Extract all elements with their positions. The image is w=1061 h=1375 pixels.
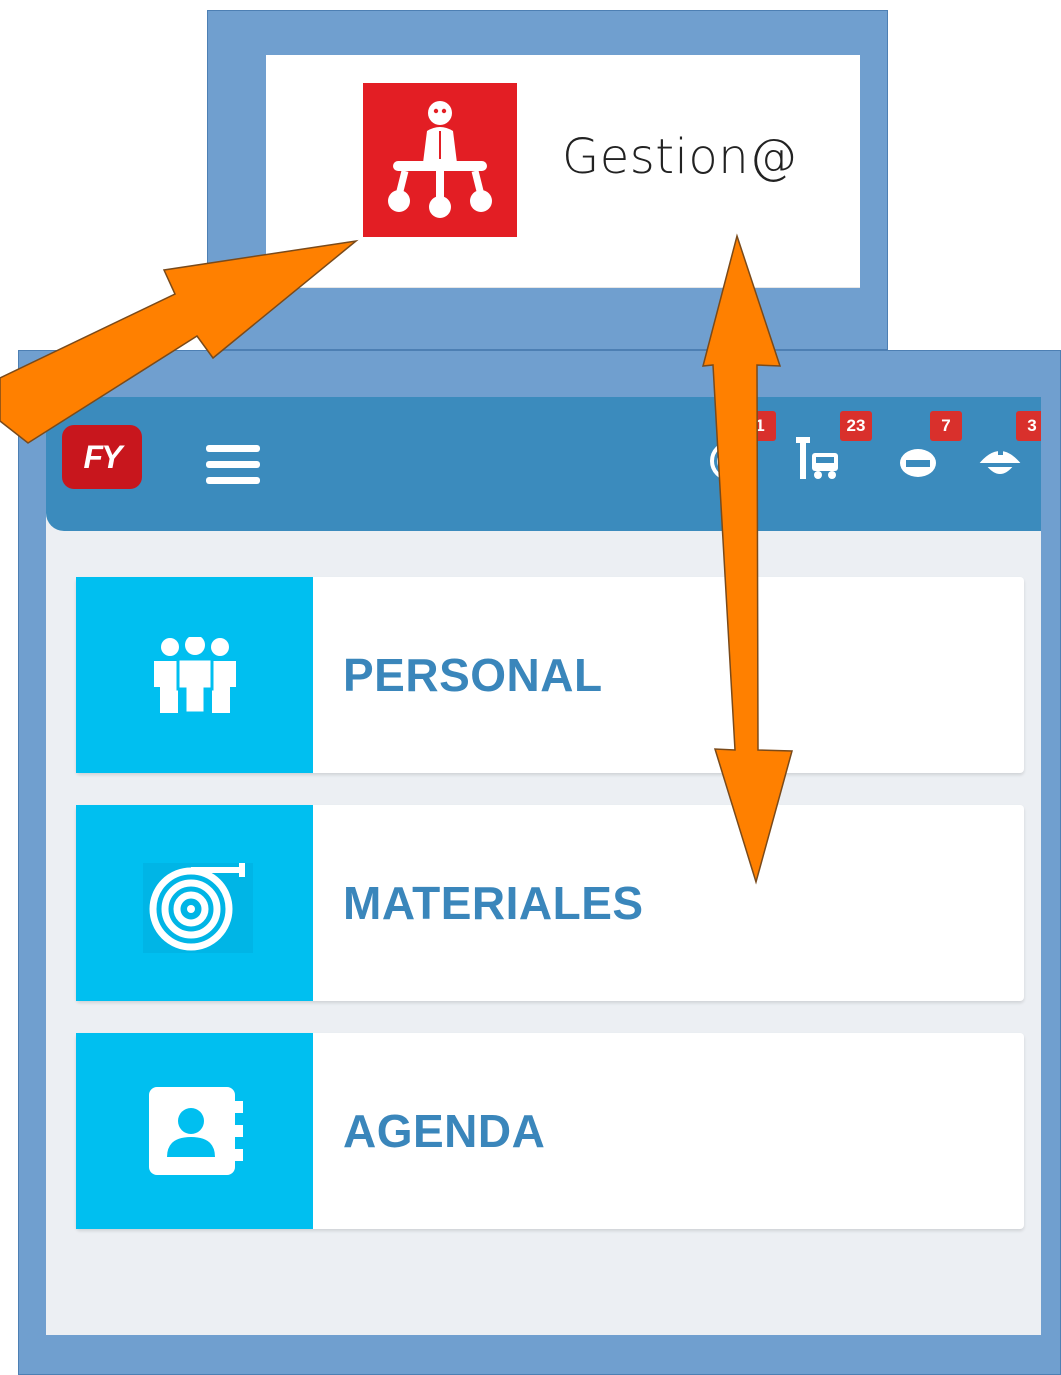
hose-reel-icon[interactable]: 1: [708, 411, 776, 483]
vehicle-repair-icon[interactable]: 23: [796, 411, 872, 483]
no-entry-badge: 7: [930, 411, 962, 441]
menu-item-personal[interactable]: PERSONAL: [76, 577, 1024, 773]
app-launcher-entry[interactable]: Gestion@: [266, 55, 860, 288]
contact-book-icon: [76, 1033, 313, 1229]
menu-item-label: MATERIALES: [343, 877, 644, 929]
menu-item-agenda[interactable]: AGENDA: [76, 1033, 1024, 1229]
app-screen: FY 1 23 7 3 PERSONAL MATERIALES AGENDA: [46, 397, 1041, 1335]
hose-reel-icon: [76, 805, 313, 1001]
firefighter-helmet-badge: 3: [1016, 411, 1041, 441]
app-screenshot-frame: FY 1 23 7 3 PERSONAL MATERIALES AGENDA: [18, 350, 1061, 1375]
hamburger-icon[interactable]: [206, 445, 260, 485]
app-name: Gestion@: [562, 129, 798, 185]
org-chart-person-icon[interactable]: [363, 83, 517, 237]
app-logo[interactable]: FY: [62, 425, 142, 489]
menu-item-label: AGENDA: [343, 1105, 546, 1157]
vehicle-repair-badge: 23: [840, 411, 872, 441]
app-callout-frame: Gestion@: [207, 10, 888, 350]
no-entry-icon[interactable]: 7: [898, 411, 962, 483]
menu-item-materiales[interactable]: MATERIALES: [76, 805, 1024, 1001]
firefighter-helmet-icon[interactable]: 3: [976, 411, 1041, 483]
menu-item-label: PERSONAL: [343, 649, 603, 701]
top-navigation-bar: FY 1 23 7 3: [46, 397, 1041, 531]
people-group-icon: [76, 577, 313, 773]
hose-reel-badge: 1: [744, 411, 776, 441]
